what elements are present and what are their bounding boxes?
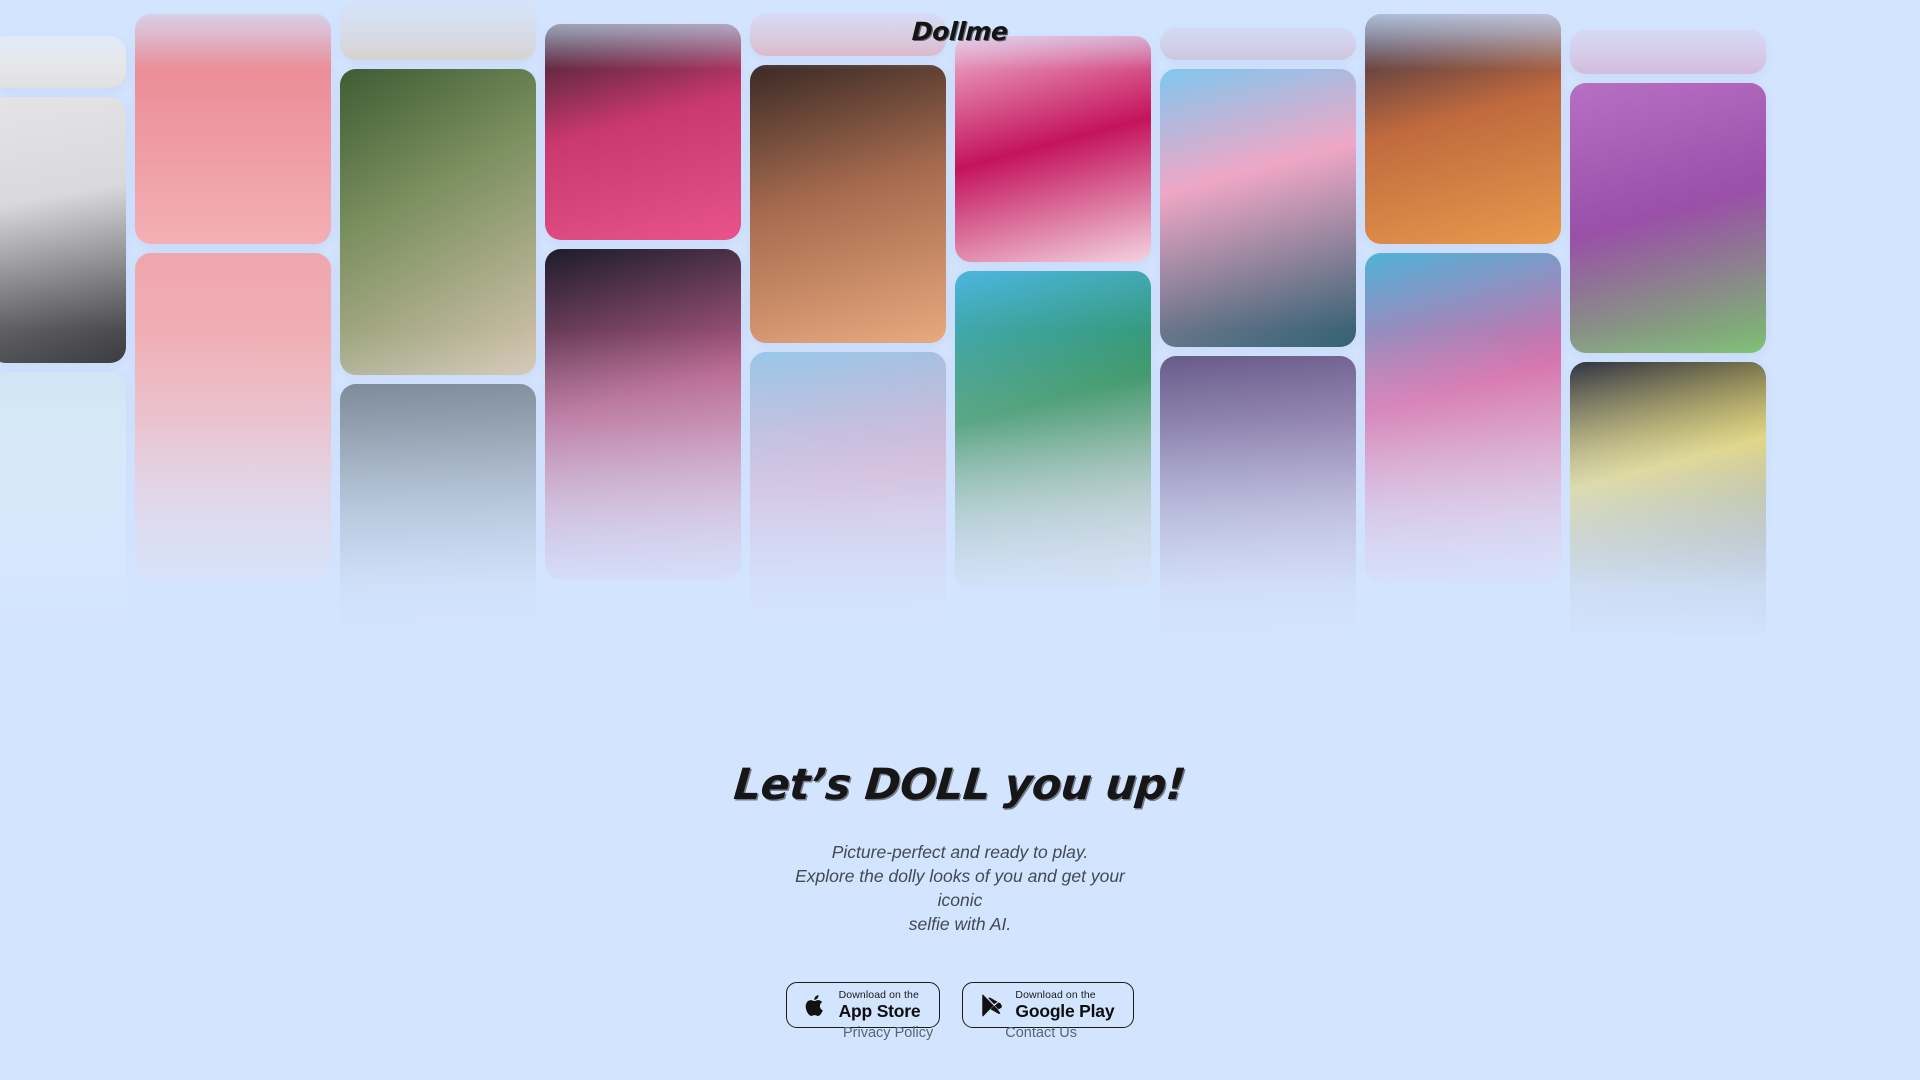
photo-thumbnail [340,0,536,60]
photo-card-flower-crown-blonde[interactable] [135,253,331,579]
subtitle-line-2: Explore the dolly looks of you and get y… [795,866,1125,910]
landing-page: Dollme Let’s DOLL you up! Picture-perfec… [0,0,1920,1080]
app-store-big-label: App Store [838,1001,921,1021]
photo-card-man-black-hat[interactable] [0,97,126,363]
collage-column [955,36,1151,660]
photo-thumbnail [750,352,946,640]
brand-logo[interactable]: Dollme [911,17,1008,46]
photo-thumbnail [1160,356,1356,646]
google-play-small-label: Download on the [1015,988,1096,1001]
photo-thumbnail [135,14,331,244]
photo-card-partial-top[interactable] [0,36,126,88]
photo-thumbnail [0,372,126,642]
photo-card-magenta-curls-doll[interactable] [955,36,1151,262]
photo-card-woman-pink-blazer[interactable] [545,249,741,579]
collage-column [135,14,331,660]
google-play-button[interactable]: Download on the Google Play [962,982,1135,1028]
photo-card-partial-top-4[interactable] [1160,28,1356,60]
collage-column [1160,28,1356,660]
collage-column [1365,14,1561,660]
collage-column [1570,30,1766,660]
photo-card-man-dark-suit[interactable] [340,383,536,660]
footer-links: Privacy Policy Contact Us [0,1025,1920,1041]
photo-card-green-hair-shop[interactable] [1570,83,1766,353]
photo-card-man-hat-hawaiian[interactable] [1160,69,1356,347]
photo-thumbnail [1365,14,1561,244]
photo-card-eiffel-tower-doll[interactable] [1160,356,1356,646]
collage-grid [0,0,1920,660]
photo-card-redhead-woman[interactable] [0,372,126,642]
photo-card-woman-pink-dress-cinema[interactable] [545,24,741,240]
photo-card-beach-woman-doll[interactable] [955,271,1151,589]
subtitle-line-1: Picture-perfect and ready to play. [831,842,1089,862]
photo-thumbnail [1570,362,1766,648]
subtitle-line-3: selfie with AI. [908,914,1012,934]
app-store-labels: Download on the App Store [838,988,921,1021]
photo-card-woman-pink-street[interactable] [750,352,946,640]
photo-thumbnail [955,36,1151,262]
photo-thumbnail [1160,28,1356,60]
photo-thumbnail [1570,30,1766,74]
photo-thumbnail [545,249,741,579]
app-store-button[interactable]: Download on the App Store [785,982,941,1028]
photo-collage [0,0,1920,660]
photo-card-flower-crown-pink-doll[interactable] [1365,253,1561,583]
hero-section: Let’s DOLL you up! Picture-perfect and r… [0,760,1920,1028]
photo-card-man-shirtless-sunset[interactable] [750,65,946,343]
photo-thumbnail [135,253,331,579]
hero-subtitle: Picture-perfect and ready to play. Explo… [780,840,1140,936]
contact-us-link[interactable]: Contact Us [1005,1025,1077,1041]
google-play-big-label: Google Play [1015,1001,1115,1021]
store-buttons: Download on the App Store Download on th… [785,982,1135,1028]
photo-thumbnail [0,97,126,363]
photo-card-night-city-doll[interactable] [1570,362,1766,648]
photo-card-partial-top-5[interactable] [1570,30,1766,74]
photo-thumbnail [0,36,126,88]
apple-icon [803,992,828,1019]
collage-column [0,36,126,660]
collage-column [750,14,946,660]
photo-thumbnail [340,383,536,660]
photo-thumbnail [545,24,741,240]
photo-thumbnail [955,271,1151,589]
app-store-small-label: Download on the [838,988,919,1001]
collage-column [545,24,741,660]
photo-card-woman-headphones-orange-doll[interactable] [1365,14,1561,244]
photo-thumbnail [1570,83,1766,353]
photo-thumbnail [340,69,536,375]
photo-thumbnail [750,65,946,343]
photo-card-long-hair-woman-green[interactable] [340,69,536,375]
google-play-labels: Download on the Google Play [1015,988,1115,1021]
google-play-icon [979,992,1004,1019]
photo-thumbnail [1160,69,1356,347]
photo-thumbnail [1365,253,1561,583]
page-title: Let’s DOLL you up! [732,760,1188,810]
photo-card-partial-top-2[interactable] [340,0,536,60]
collage-column [340,0,536,660]
photo-card-woman-headphones-orange[interactable] [135,14,331,244]
privacy-policy-link[interactable]: Privacy Policy [843,1025,933,1041]
